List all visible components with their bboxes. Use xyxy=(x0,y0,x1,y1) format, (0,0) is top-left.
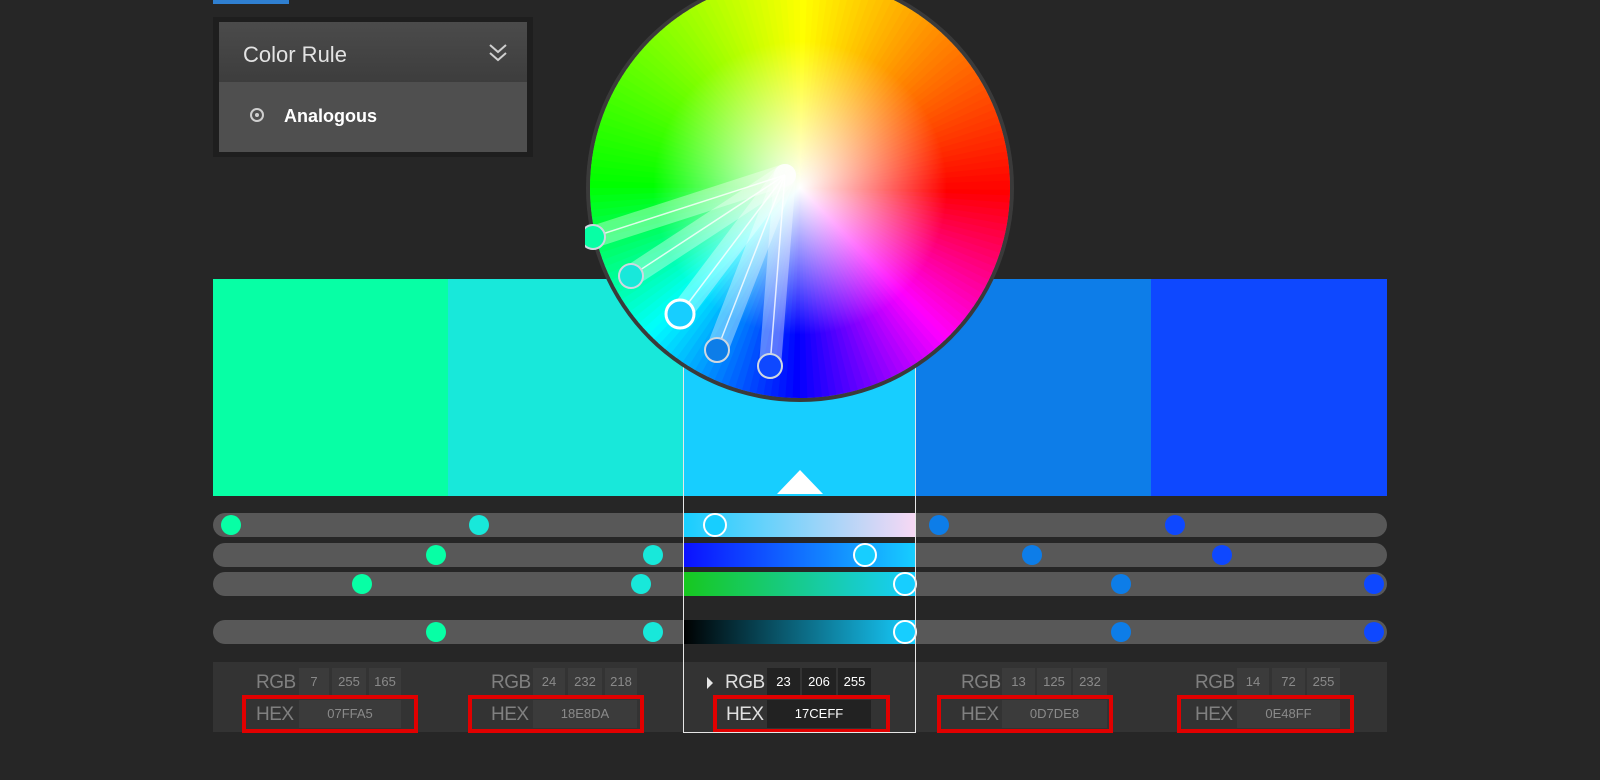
slider-knob[interactable] xyxy=(1111,622,1131,642)
slider-knob[interactable] xyxy=(1022,545,1042,565)
rgb-b-input[interactable]: 218 xyxy=(605,668,637,696)
slider-knob[interactable] xyxy=(426,622,446,642)
chevron-double-down-icon[interactable] xyxy=(487,42,509,64)
slider-knob[interactable] xyxy=(643,622,663,642)
rgb-r-input[interactable]: 23 xyxy=(767,668,800,696)
color-wheel[interactable] xyxy=(580,0,1015,403)
rgb-label: RGB xyxy=(256,672,296,693)
rgb-r-input[interactable]: 7 xyxy=(299,668,329,696)
hex-highlight-box xyxy=(1177,695,1354,733)
hex-highlight-box xyxy=(468,695,644,733)
wheel-handle[interactable] xyxy=(580,224,606,250)
slider-knob[interactable] xyxy=(643,545,663,565)
wheel-handle[interactable] xyxy=(757,353,783,379)
slider-gradient-4[interactable] xyxy=(683,620,916,644)
wheel-handle-selected[interactable] xyxy=(664,298,696,330)
slider-gradient-2[interactable] xyxy=(683,543,916,567)
slider-knob[interactable] xyxy=(1364,574,1384,594)
rgb-label: RGB xyxy=(961,672,1001,693)
color-rule-selected-label: Analogous xyxy=(284,106,377,126)
radio-selected-icon[interactable] xyxy=(250,108,264,122)
slider-gradient-3[interactable] xyxy=(683,572,916,596)
slider-knob-selected[interactable] xyxy=(703,513,727,537)
slider-knob[interactable] xyxy=(1165,515,1185,535)
rgb-b-input[interactable]: 255 xyxy=(838,668,871,696)
slider-knob[interactable] xyxy=(631,574,651,594)
rgb-g-input[interactable]: 72 xyxy=(1272,668,1305,696)
expand-triangle-icon[interactable] xyxy=(707,677,713,689)
swatch-1[interactable] xyxy=(213,279,448,496)
hex-highlight-box xyxy=(713,695,890,733)
swatch-5[interactable] xyxy=(1151,279,1387,496)
rgb-label: RGB xyxy=(491,672,531,693)
rgb-g-input[interactable]: 255 xyxy=(332,668,366,696)
slider-knob[interactable] xyxy=(426,545,446,565)
color-rule-option[interactable]: Analogous xyxy=(219,82,527,152)
slider-knob-selected[interactable] xyxy=(893,620,917,644)
wheel-handle[interactable] xyxy=(704,337,730,363)
rgb-b-input[interactable]: 255 xyxy=(1307,668,1340,696)
slider-knob[interactable] xyxy=(221,515,241,535)
rgb-g-input[interactable]: 206 xyxy=(802,668,836,696)
rgb-label: RGB xyxy=(1195,672,1235,693)
rgb-r-input[interactable]: 14 xyxy=(1237,668,1269,696)
rgb-g-input[interactable]: 232 xyxy=(568,668,602,696)
slider-knob[interactable] xyxy=(1111,574,1131,594)
selected-swatch-arrow-icon xyxy=(777,470,823,494)
rgb-r-input[interactable]: 13 xyxy=(1002,668,1035,696)
rgb-b-input[interactable]: 165 xyxy=(369,668,401,696)
slider-knob-selected[interactable] xyxy=(893,572,917,596)
slider-knob[interactable] xyxy=(1212,545,1232,565)
slider-knob[interactable] xyxy=(1364,622,1384,642)
hex-highlight-box xyxy=(937,695,1113,733)
hex-highlight-box xyxy=(242,695,418,733)
slider-knob-selected[interactable] xyxy=(853,543,877,567)
wheel-handle[interactable] xyxy=(618,263,644,289)
slider-knob[interactable] xyxy=(469,515,489,535)
rgb-b-input[interactable]: 232 xyxy=(1073,668,1107,696)
slider-knob[interactable] xyxy=(929,515,949,535)
active-tab-indicator xyxy=(213,0,289,4)
rgb-label: RGB xyxy=(725,672,765,693)
rgb-r-input[interactable]: 24 xyxy=(533,668,565,696)
slider-knob[interactable] xyxy=(352,574,372,594)
color-rule-title: Color Rule xyxy=(243,42,347,67)
color-rule-panel: Color Rule Analogous xyxy=(213,17,533,157)
rgb-g-input[interactable]: 125 xyxy=(1037,668,1071,696)
color-rule-header[interactable]: Color Rule xyxy=(219,22,527,82)
